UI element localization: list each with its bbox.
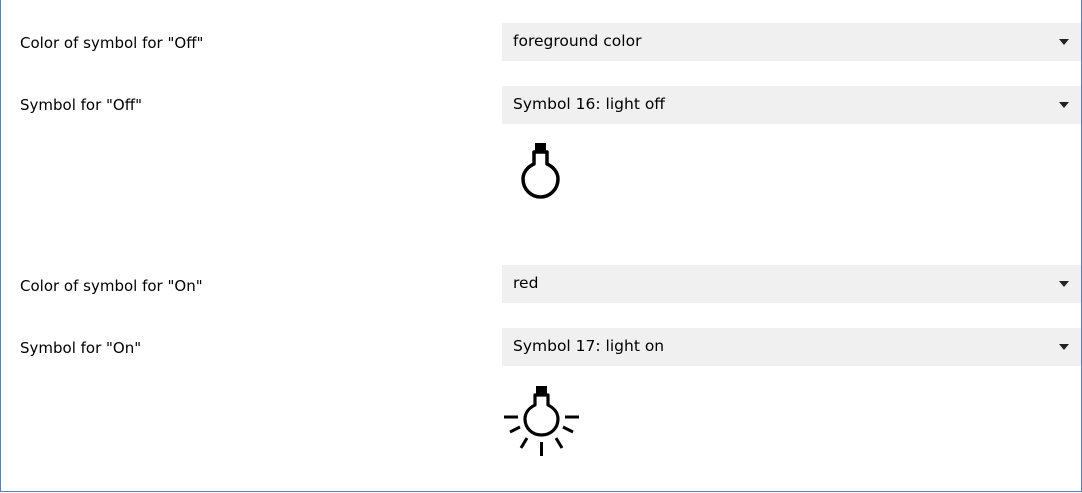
dropdown-color-off[interactable]: foreground color [502, 23, 1081, 61]
dropdown-symbol-on[interactable]: Symbol 17: light on [502, 328, 1081, 366]
dropdown-color-on-value: red [513, 274, 539, 292]
dropdown-symbol-off-value: Symbol 16: light off [513, 95, 665, 113]
dropdown-color-off-value: foreground color [513, 32, 642, 50]
label-symbol-on: Symbol for "On" [20, 339, 142, 357]
light-bulb-off-icon [521, 143, 560, 199]
label-color-off: Color of symbol for "Off" [20, 34, 204, 52]
chevron-down-icon [1059, 39, 1069, 45]
dropdown-color-on[interactable]: red [502, 265, 1081, 303]
light-bulb-on-icon [504, 386, 579, 456]
chevron-down-icon [1059, 281, 1069, 287]
chevron-down-icon [1059, 102, 1069, 108]
dropdown-symbol-on-value: Symbol 17: light on [513, 337, 665, 355]
chevron-down-icon [1059, 344, 1069, 350]
parameter-panel: Color of symbol for "Off" foreground col… [0, 0, 1082, 492]
label-color-on: Color of symbol for "On" [20, 277, 203, 295]
label-symbol-off: Symbol for "Off" [20, 96, 142, 114]
dropdown-symbol-off[interactable]: Symbol 16: light off [502, 86, 1081, 124]
